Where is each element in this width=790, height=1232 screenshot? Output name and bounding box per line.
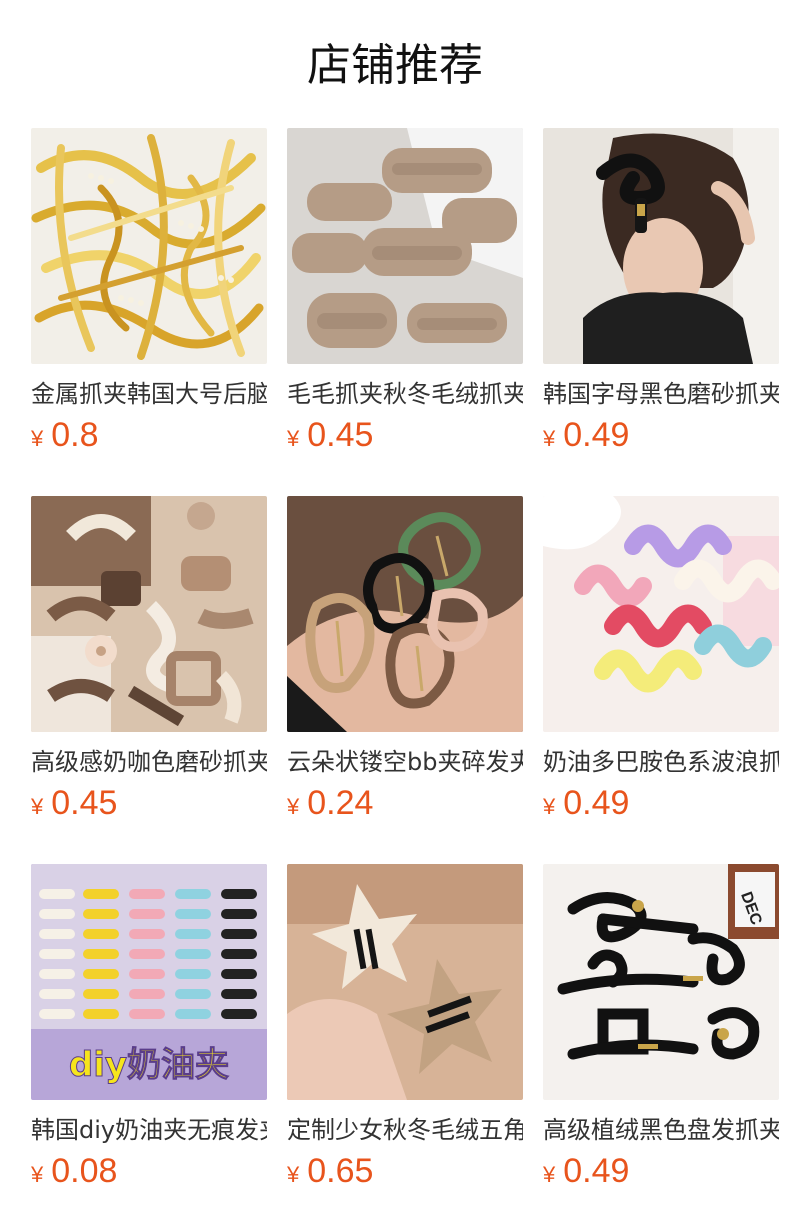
product-price: ¥ 0.49 — [543, 416, 629, 460]
product-card[interactable]: 云朵状镂空bb夹碎发夹 ¥ 0.24 — [287, 496, 523, 864]
price-amount: 0.45 — [51, 784, 118, 822]
currency-symbol: ¥ — [287, 1162, 300, 1187]
price-amount: 0.45 — [307, 416, 374, 454]
black-flocked-claws-image: DEC — [543, 864, 779, 1100]
product-card[interactable]: 高级感奶咖色磨砂抓夹 ¥ 0.45 — [31, 496, 267, 864]
product-image[interactable] — [31, 496, 267, 732]
price-amount: 0.8 — [51, 416, 99, 454]
currency-symbol: ¥ — [31, 426, 44, 451]
product-price: ¥ 0.45 — [287, 416, 373, 460]
product-image[interactable]: diy奶油夹 — [31, 864, 267, 1100]
product-price: ¥ 0.49 — [543, 1152, 629, 1196]
product-grid: 金属抓夹韩国大号后脑勺 ¥ 0.8 H F — [31, 128, 779, 1232]
price-amount: 0.49 — [563, 1152, 630, 1190]
product-price: ¥ 0.24 — [287, 784, 373, 828]
product-image[interactable] — [287, 864, 523, 1100]
product-card[interactable]: 奶油多巴胺色系波浪抓夹 ¥ 0.49 — [543, 496, 779, 864]
product-card[interactable]: 韩国字母黑色磨砂抓夹 ¥ 0.49 — [543, 128, 779, 496]
coffee-matte-hair-claws-image — [31, 496, 267, 732]
product-price: ¥ 0.49 — [543, 784, 629, 828]
product-image[interactable] — [287, 496, 523, 732]
product-name[interactable]: 韩国diy奶油夹无痕发夹 — [31, 1114, 267, 1146]
currency-symbol: ¥ — [31, 794, 44, 819]
currency-symbol: ¥ — [31, 1162, 44, 1187]
product-image[interactable] — [543, 128, 779, 364]
currency-symbol: ¥ — [543, 794, 556, 819]
price-amount: 0.49 — [563, 416, 630, 454]
gold-metal-hair-claws-image — [31, 128, 267, 364]
price-amount: 0.49 — [563, 784, 630, 822]
price-amount: 0.65 — [307, 1152, 374, 1190]
price-amount: 0.08 — [51, 1152, 118, 1190]
plush-hair-claws-image: H F — [287, 128, 523, 364]
product-name[interactable]: 高级感奶咖色磨砂抓夹 — [31, 746, 267, 778]
currency-symbol: ¥ — [543, 1162, 556, 1187]
currency-symbol: ¥ — [287, 426, 300, 451]
product-price: ¥ 0.08 — [31, 1152, 117, 1196]
product-price: ¥ 0.45 — [31, 784, 117, 828]
product-name[interactable]: 韩国字母黑色磨砂抓夹 — [543, 378, 779, 410]
product-name[interactable]: 定制少女秋冬毛绒五角星 — [287, 1114, 523, 1146]
page-title: 店铺推荐 — [307, 40, 483, 91]
plush-star-clips-image — [287, 864, 523, 1100]
diy-cream-clips-image-label: diy奶油夹 — [69, 1045, 229, 1085]
product-image[interactable]: DEC — [543, 864, 779, 1100]
product-card[interactable]: diy奶油夹 韩国diy奶油夹无痕发夹 ¥ 0.08 — [31, 864, 267, 1232]
cloud-bb-clips-image — [287, 496, 523, 732]
black-matte-claw-on-hair-image — [543, 128, 779, 364]
product-image[interactable]: H F — [287, 128, 523, 364]
product-card[interactable]: 定制少女秋冬毛绒五角星 ¥ 0.65 — [287, 864, 523, 1232]
product-name[interactable]: 毛毛抓夹秋冬毛绒抓夹 — [287, 378, 523, 410]
product-name[interactable]: 高级植绒黑色盘发抓夹 — [543, 1114, 779, 1146]
product-name[interactable]: 云朵状镂空bb夹碎发夹 — [287, 746, 523, 778]
product-price: ¥ 0.8 — [31, 416, 99, 460]
product-image[interactable] — [31, 128, 267, 364]
currency-symbol: ¥ — [287, 794, 300, 819]
price-amount: 0.24 — [307, 784, 374, 822]
product-name[interactable]: 金属抓夹韩国大号后脑勺 — [31, 378, 267, 410]
product-card[interactable]: H F 毛毛抓夹秋冬毛绒抓夹 — [287, 128, 523, 496]
product-name[interactable]: 奶油多巴胺色系波浪抓夹 — [543, 746, 779, 778]
product-price: ¥ 0.65 — [287, 1152, 373, 1196]
currency-symbol: ¥ — [543, 426, 556, 451]
product-image[interactable] — [543, 496, 779, 732]
wave-dopamine-claws-image — [543, 496, 779, 732]
diy-cream-clips-image: diy奶油夹 — [31, 864, 267, 1100]
product-card[interactable]: DEC 高级植绒黑色盘发抓夹 ¥ 0.49 — [543, 864, 779, 1232]
product-card[interactable]: 金属抓夹韩国大号后脑勺 ¥ 0.8 — [31, 128, 267, 496]
